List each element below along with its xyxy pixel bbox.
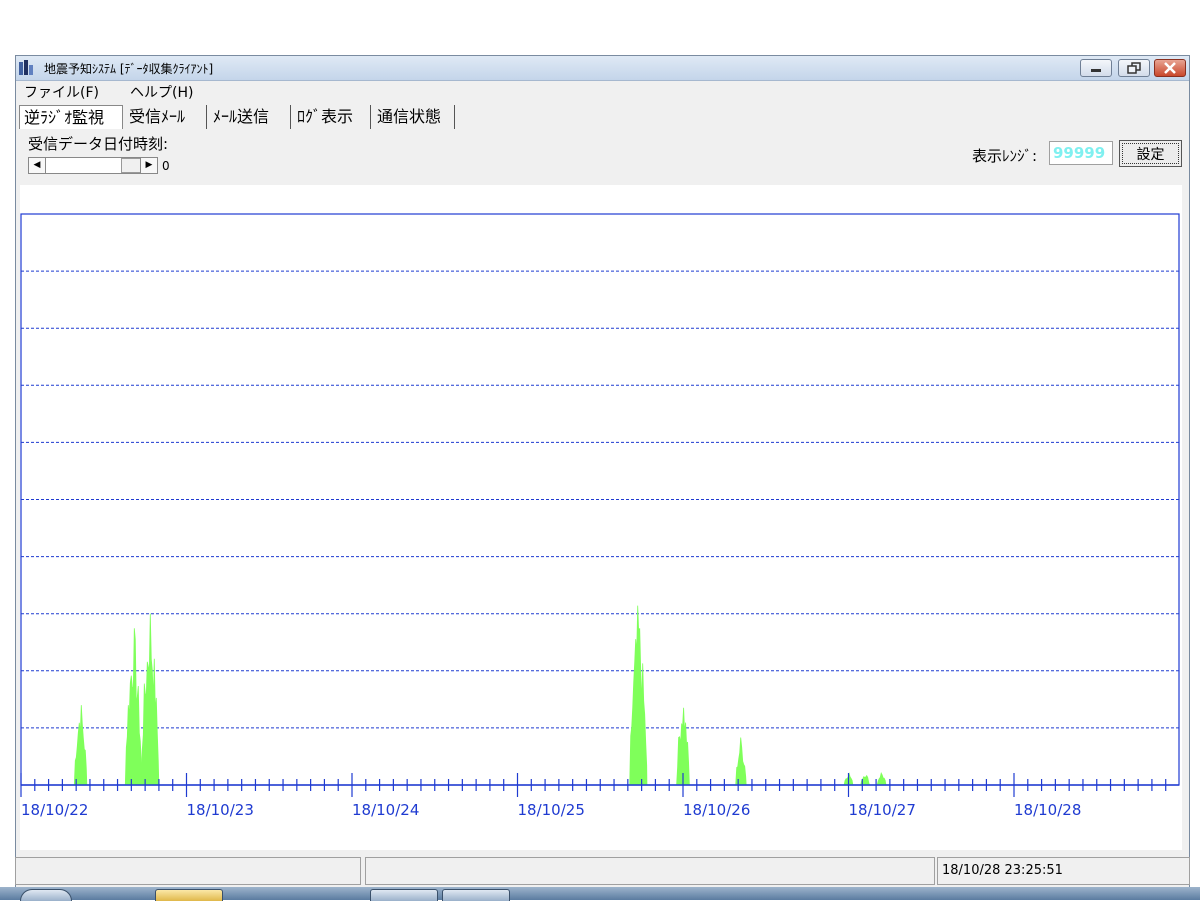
taskbar-item-folder[interactable] [155, 889, 223, 901]
close-icon [1164, 62, 1176, 74]
x-tick-label: 18/10/28 [1014, 801, 1081, 819]
x-tick-label: 18/10/27 [849, 801, 916, 819]
display-range-label: 表示ﾚﾝｼﾞ: [972, 147, 1038, 165]
restore-button[interactable] [1118, 59, 1150, 77]
title-bar[interactable]: 地震予知ｼｽﾃﾑ [ﾃﾞｰﾀ収集ｸﾗｲｱﾝﾄ] [16, 56, 1189, 81]
x-tick-label: 18/10/25 [518, 801, 585, 819]
scroll-left-arrow-icon[interactable]: ◀ [29, 158, 46, 173]
x-tick-label: 18/10/23 [187, 801, 254, 819]
tab-received-mail[interactable]: 受信ﾒｰﾙ [125, 105, 207, 129]
x-tick-label: 18/10/22 [21, 801, 88, 819]
close-button[interactable] [1154, 59, 1186, 77]
scroll-value: 0 [162, 159, 170, 173]
app-icon [19, 60, 33, 75]
tab-reverse-radio[interactable]: 逆ﾗｼﾞｵ監視 [19, 105, 123, 129]
window-title: 地震予知ｼｽﾃﾑ [ﾃﾞｰﾀ収集ｸﾗｲｱﾝﾄ] [44, 62, 214, 76]
status-pane-1 [15, 857, 361, 885]
start-button[interactable] [20, 889, 72, 901]
x-tick-label: 18/10/24 [352, 801, 419, 819]
display-range-input[interactable]: 99999 [1049, 141, 1113, 165]
menu-bar: ファイル(F) ヘルプ(H) [16, 81, 1189, 101]
restore-icon [1127, 62, 1141, 74]
minimize-button[interactable] [1080, 59, 1112, 77]
date-scrollbar[interactable]: ◀ ▶ [28, 157, 158, 174]
chart-area: 18/10/22 18/10/23 18/10/24 18/10/25 18/10/26… [20, 185, 1182, 850]
status-timestamp: 18/10/28 23:25:51 [937, 857, 1190, 885]
tab-comm-status[interactable]: 通信状態 [373, 105, 455, 129]
scroll-right-arrow-icon[interactable]: ▶ [140, 158, 157, 173]
tab-send-mail[interactable]: ﾒｰﾙ送信 [209, 105, 291, 129]
plot-frame [20, 213, 1180, 786]
status-pane-2 [365, 857, 935, 885]
taskbar-item-app-2[interactable] [442, 889, 510, 901]
x-tick-label: 18/10/26 [683, 801, 750, 819]
minimize-icon [1091, 69, 1101, 72]
set-button[interactable]: 設定 [1119, 140, 1182, 167]
status-bar: 18/10/28 23:25:51 [15, 855, 1190, 885]
menu-file[interactable]: ファイル(F) [24, 82, 99, 102]
menu-help[interactable]: ヘルプ(H) [130, 82, 193, 102]
signal-chart: 18/10/22 18/10/23 18/10/24 18/10/25 18/10/26… [20, 213, 1180, 819]
taskbar [0, 887, 1200, 901]
tab-log[interactable]: ﾛｸﾞ表示 [293, 105, 371, 129]
taskbar-item-app[interactable] [370, 889, 438, 901]
received-date-label: 受信データ日付時刻: [28, 135, 169, 153]
